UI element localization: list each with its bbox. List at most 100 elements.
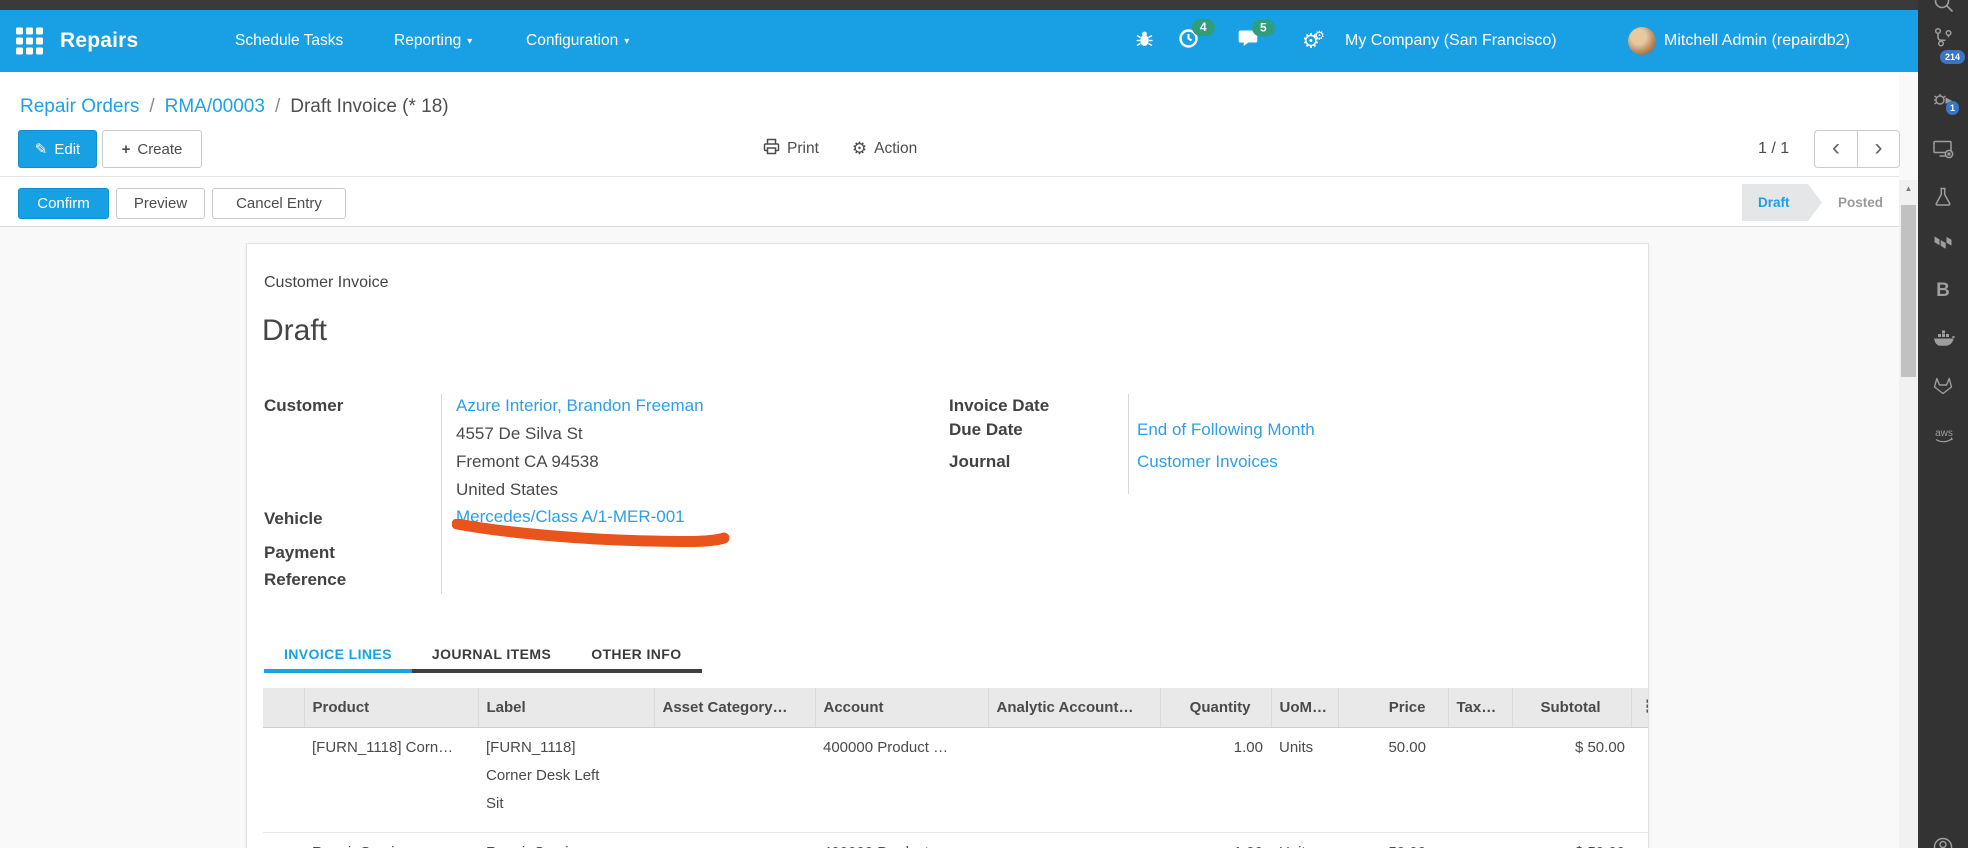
terraform-icon[interactable] [1932,231,1954,253]
cell-subtotal[interactable]: $ 50.00 [1512,832,1631,848]
address-line: 4557 De Silva St [456,420,704,448]
activities-clock-icon[interactable]: 4 [1178,28,1199,54]
pager-previous-button[interactable]: ‹ [1814,130,1857,168]
breadcrumb-rma[interactable]: RMA/00003 [165,96,265,117]
scrollbar-thumb[interactable] [1901,205,1916,377]
breadcrumb: Repair Orders/RMA/00003/Draft Invoice (*… [20,96,449,118]
column-options-kebab-icon[interactable]: ⋮ [1631,688,1648,727]
menu-configuration[interactable]: Configuration▾ [526,32,629,50]
aws-icon[interactable]: aws [1932,425,1954,447]
invoice-line-row[interactable]: Repair Services Repair Services 400000 P… [263,832,1648,848]
payment-reference-label: Payment Reference [264,539,364,593]
letter-b-icon[interactable]: B [1932,280,1954,302]
settings-gears-icon[interactable]: ⚙⚙ [1302,29,1325,54]
state-posted[interactable]: Posted [1838,195,1883,210]
cell-analytic-account[interactable] [988,727,1160,832]
company-switcher[interactable]: My Company (San Francisco) [1345,32,1557,50]
journal-label: Journal [949,448,1010,475]
state-draft[interactable]: Draft [1742,184,1822,221]
invoice-line-row[interactable]: [FURN_1118] Corn… [FURN_1118] Corner Des… [263,727,1648,832]
cell-analytic-account[interactable] [988,832,1160,848]
scrollbar-up-arrow[interactable]: ▲ [1899,184,1918,193]
control-panel: Repair Orders/RMA/00003/Draft Invoice (*… [0,72,1899,227]
tab-journal-items[interactable]: JOURNAL ITEMS [412,639,571,673]
cell-product[interactable]: Repair Services [304,832,478,848]
vehicle-value: Mercedes/Class A/1-MER-001 [456,503,685,531]
edit-button[interactable]: ✎Edit [18,130,97,168]
run-debug-icon[interactable]: 1 [1932,88,1954,110]
field-divider-left [441,394,442,594]
journal-link[interactable]: Customer Invoices [1137,452,1278,471]
account-icon[interactable] [1932,836,1954,848]
address-line: United States [456,476,704,504]
col-account[interactable]: Account [815,688,988,727]
cell-account[interactable]: 400000 Product … [815,832,988,848]
docker-icon[interactable] [1932,327,1954,349]
col-price[interactable]: Price [1338,688,1448,727]
caret-down-icon: ▾ [467,36,472,47]
address-line: Fremont CA 94538 [456,448,704,476]
chevron-left-icon: ‹ [1832,134,1840,161]
col-analytic-account[interactable]: Analytic Account… [988,688,1160,727]
page-scrollbar[interactable]: ▲ [1899,180,1918,848]
cell-price[interactable]: 50.00 [1338,832,1448,848]
app-brand[interactable]: Repairs [60,29,138,53]
beaker-test-icon[interactable] [1932,186,1954,208]
col-uom[interactable]: UoM… [1271,688,1338,727]
repairs-app-screen: Repairs Schedule Tasks Reporting▾ Config… [0,0,1968,848]
tab-other-info[interactable]: OTHER INFO [571,639,701,673]
cell-subtotal[interactable]: $ 50.00 [1512,727,1631,832]
col-tax[interactable]: Tax… [1448,688,1512,727]
customer-link[interactable]: Azure Interior, Brandon Freeman [456,396,704,415]
invoice-date-label: Invoice Date [949,392,1049,419]
activity-sidebar: 214 1 B [1918,0,1968,848]
aws-label: aws [1935,428,1953,439]
col-quantity[interactable]: Quantity [1160,688,1271,727]
cell-uom[interactable]: Units [1271,832,1338,848]
remote-monitor-icon[interactable] [1932,138,1954,160]
cancel-entry-button[interactable]: Cancel Entry [212,188,346,219]
col-product[interactable]: Product [304,688,478,727]
create-button[interactable]: +Create [102,130,202,168]
cell-quantity[interactable]: 1.00 [1160,832,1271,848]
cell-quantity[interactable]: 1.00 [1160,727,1271,832]
journal-value: Customer Invoices [1137,448,1278,476]
cell-asset-category[interactable] [654,727,815,832]
vehicle-link[interactable]: Mercedes/Class A/1-MER-001 [456,507,685,526]
cell-label[interactable]: Repair Services [478,832,654,848]
col-subtotal[interactable]: Subtotal [1512,688,1631,727]
action-menu[interactable]: ⚙ Action [852,139,917,159]
debug-bug-icon[interactable] [1135,29,1154,53]
gear-icon: ⚙ [852,139,867,159]
due-date-link[interactable]: End of Following Month [1137,420,1315,439]
cell-tax[interactable] [1448,727,1512,832]
cell-uom[interactable]: Units [1271,727,1338,832]
cell-tax[interactable] [1448,832,1512,848]
main-navbar: Repairs Schedule Tasks Reporting▾ Config… [0,10,1918,72]
apps-menu-icon[interactable] [16,28,43,55]
messages-badge: 5 [1252,20,1275,37]
preview-button[interactable]: Preview [116,188,205,219]
pager-next-button[interactable]: › [1857,130,1900,168]
col-label[interactable]: Label [478,688,654,727]
search-icon[interactable] [1932,0,1954,13]
print-menu[interactable]: Print [763,138,819,160]
pager-count: 1 / 1 [1758,130,1789,168]
menu-schedule-tasks[interactable]: Schedule Tasks [235,32,343,50]
confirm-button[interactable]: Confirm [18,188,109,219]
user-menu[interactable]: Mitchell Admin (repairdb2) [1664,32,1850,50]
document-type-label: Customer Invoice [264,274,389,292]
cell-label[interactable]: [FURN_1118] Corner Desk Left Sit [478,727,654,832]
cell-asset-category[interactable] [654,832,815,848]
tab-invoice-lines[interactable]: INVOICE LINES [264,639,412,673]
cell-account[interactable]: 400000 Product … [815,727,988,832]
breadcrumb-repair-orders[interactable]: Repair Orders [20,96,139,117]
user-avatar[interactable] [1628,27,1656,55]
messages-chat-icon[interactable]: 5 [1238,29,1260,54]
cell-price[interactable]: 50.00 [1338,727,1448,832]
source-control-icon[interactable]: 214 [1932,26,1954,48]
menu-reporting[interactable]: Reporting▾ [394,32,472,50]
gitlab-icon[interactable] [1932,374,1954,396]
cell-product[interactable]: [FURN_1118] Corn… [304,727,478,832]
col-asset-category[interactable]: Asset Category… [654,688,815,727]
